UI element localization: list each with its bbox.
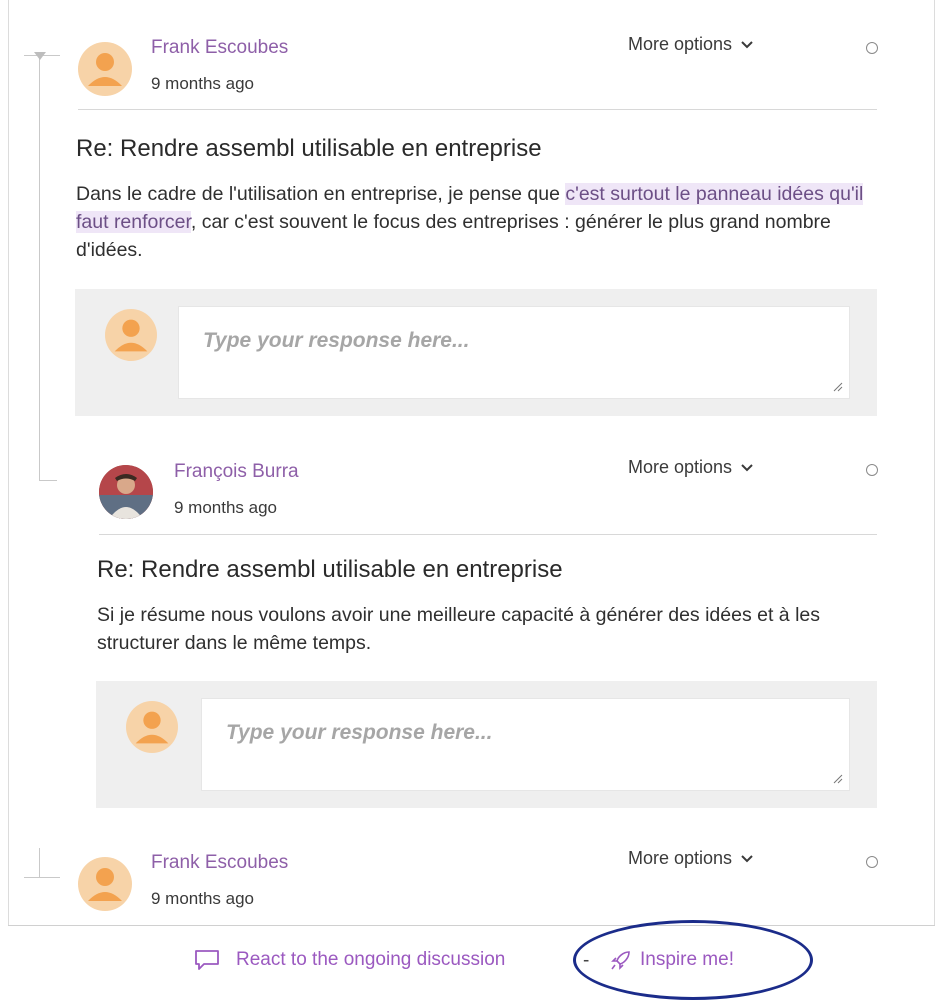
reply-placeholder: Type your response here... [203, 329, 470, 352]
frame-left-border [8, 0, 9, 925]
more-options-button[interactable]: More options [628, 457, 754, 478]
post-body: Si je résume nous voulons avoir une meil… [97, 604, 820, 654]
select-post-radio[interactable] [866, 464, 878, 476]
avatar[interactable] [78, 42, 132, 96]
post-timestamp: 9 months ago [151, 74, 255, 93]
discussion-page: Frank Escoubes 9 months ago More options… [0, 0, 943, 1003]
reply-box: Type your response here... [75, 289, 877, 416]
post-timestamp: 9 months ago [174, 498, 278, 517]
reply-input[interactable]: Type your response here... [201, 698, 850, 791]
select-post-radio[interactable] [866, 42, 878, 54]
author-name[interactable]: Frank Escoubes [151, 37, 288, 59]
thread-line [39, 480, 57, 481]
post-body-text: Dans le cadre de l'utilisation en entrep… [76, 183, 566, 205]
post-timestamp: 9 months ago [151, 889, 255, 908]
reply-box: Type your response here... [96, 681, 877, 808]
person-silhouette-icon [135, 711, 169, 744]
avatar [105, 309, 157, 361]
chevron-down-icon [741, 40, 753, 48]
more-options-label: More options [628, 848, 733, 868]
react-to-discussion-link[interactable]: React to the ongoing discussion [194, 949, 505, 971]
chevron-down-icon [741, 463, 753, 471]
more-options-button[interactable]: More options [628, 34, 754, 55]
person-silhouette-icon [88, 868, 122, 901]
avatar[interactable] [78, 857, 132, 911]
chevron-down-icon [741, 854, 753, 862]
avatar[interactable] [99, 465, 153, 519]
footer-separator: - [583, 950, 590, 971]
more-options-button[interactable]: More options [628, 848, 754, 869]
author-name[interactable]: François Burra [174, 461, 299, 483]
inspire-me-link[interactable]: Inspire me! [610, 949, 734, 971]
reply-input[interactable]: Type your response here... [178, 306, 850, 399]
avatar [126, 701, 178, 753]
more-options-label: More options [628, 34, 733, 54]
post-header-divider [78, 109, 877, 110]
person-silhouette-icon [88, 53, 122, 86]
resize-handle-icon[interactable] [833, 774, 843, 784]
thread-collapse-arrow-icon[interactable] [34, 52, 46, 60]
user-photo-icon [99, 465, 153, 519]
thread-line [39, 848, 40, 878]
select-post-radio[interactable] [866, 856, 878, 868]
person-silhouette-icon [114, 319, 148, 352]
thread-line [24, 877, 60, 878]
post-header-divider [99, 534, 877, 535]
resize-handle-icon[interactable] [833, 382, 843, 392]
speech-bubble-icon [195, 950, 219, 970]
author-name[interactable]: Frank Escoubes [151, 852, 288, 874]
rocket-icon [611, 951, 630, 970]
post-title: Re: Rendre assembl utilisable en entrepr… [97, 556, 563, 583]
react-link-label: React to the ongoing discussion [236, 949, 506, 970]
more-options-label: More options [628, 457, 733, 477]
inspire-link-label: Inspire me! [640, 949, 734, 970]
frame-right-border [934, 0, 935, 925]
thread-line [39, 56, 40, 480]
post-title: Re: Rendre assembl utilisable en entrepr… [76, 135, 542, 162]
reply-placeholder: Type your response here... [226, 721, 493, 744]
post-body: Dans le cadre de l'utilisation en entrep… [76, 180, 886, 264]
footer-divider [8, 925, 935, 926]
